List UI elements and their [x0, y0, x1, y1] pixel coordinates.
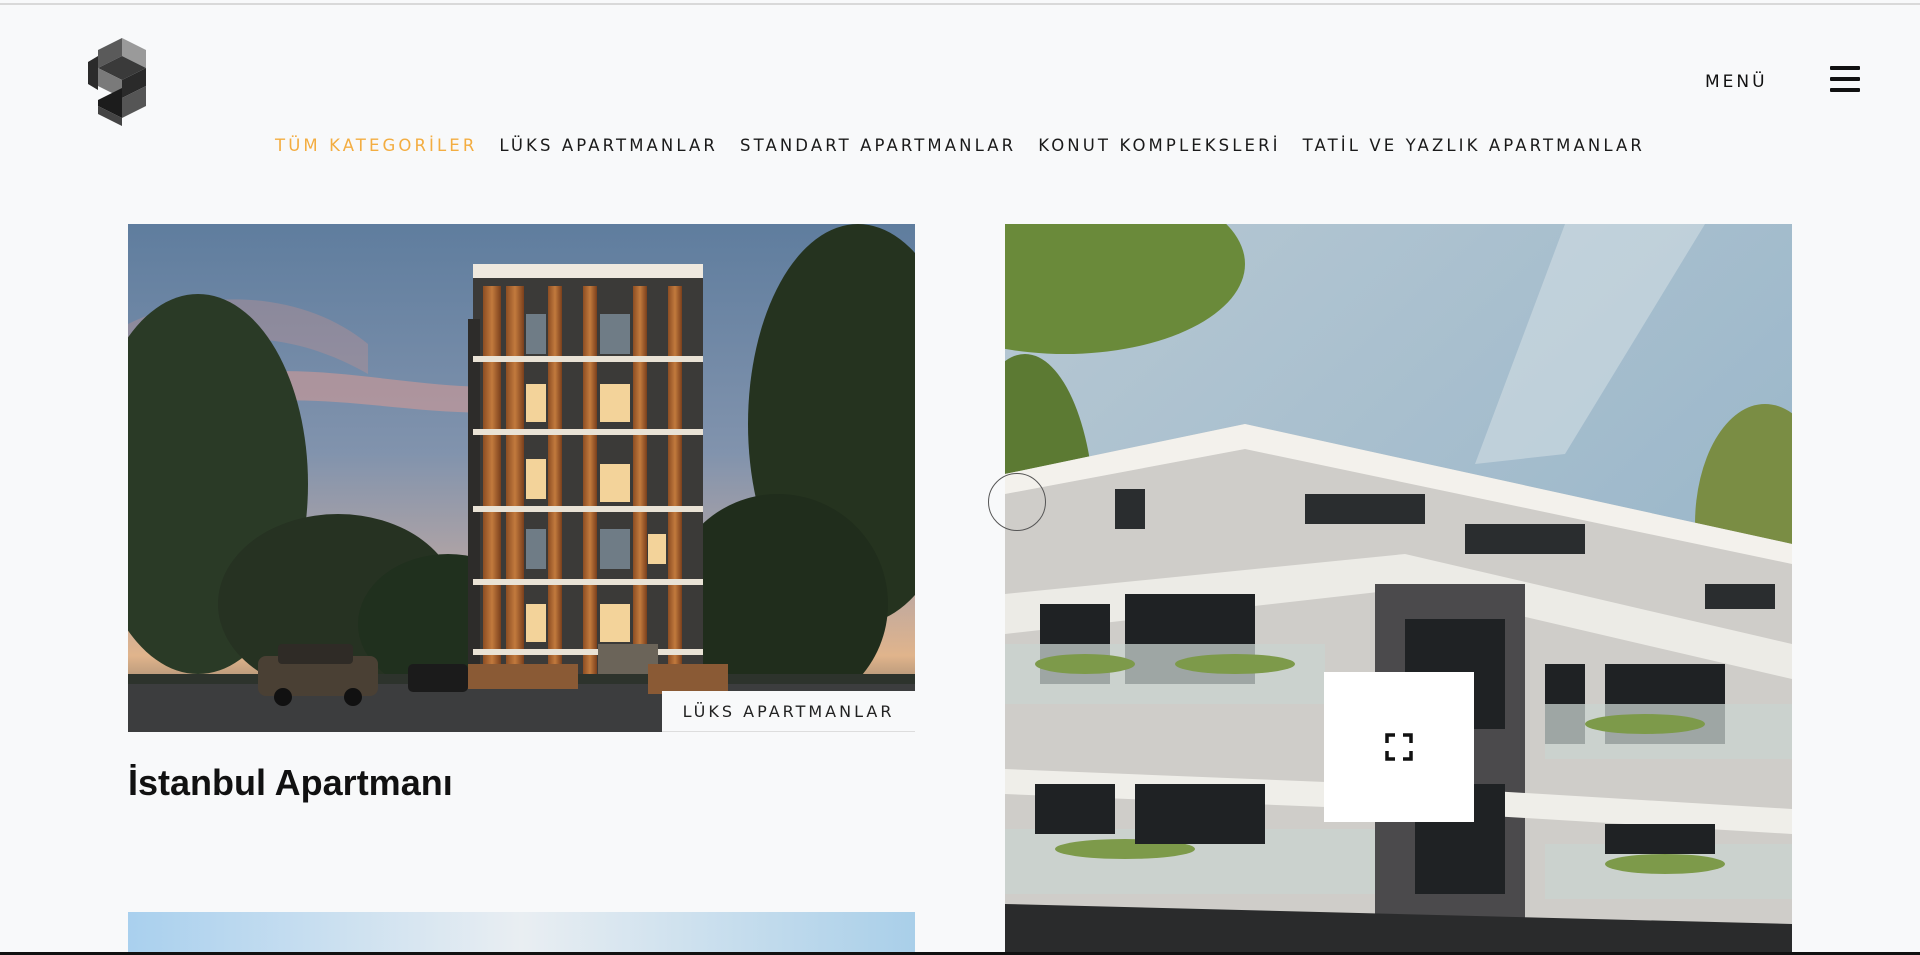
category-filter-nav: TÜM KATEGORİLER LÜKS APARTMANLAR STANDAR…: [0, 136, 1920, 155]
brand-logo-icon[interactable]: [86, 38, 148, 126]
hamburger-bar: [1830, 66, 1860, 70]
hamburger-bar: [1830, 77, 1860, 81]
project-image-residential[interactable]: [1005, 224, 1792, 955]
menu-label[interactable]: MENÜ: [1705, 72, 1768, 92]
hamburger-bar: [1830, 88, 1860, 92]
category-badge[interactable]: LÜKS APARTMANLAR: [662, 691, 915, 732]
expand-icon: [1385, 733, 1413, 761]
project-title[interactable]: İstanbul Apartmanı: [128, 762, 453, 804]
expand-button[interactable]: [1324, 672, 1474, 822]
category-holiday-apartments[interactable]: TATİL VE YAZLIK APARTMANLAR: [1303, 136, 1645, 155]
category-housing-complexes[interactable]: KONUT KOMPLEKSLERİ: [1038, 136, 1280, 155]
project-image-next[interactable]: [128, 912, 915, 955]
category-luxury-apartments[interactable]: LÜKS APARTMANLAR: [499, 136, 718, 155]
hamburger-menu-icon[interactable]: [1830, 66, 1860, 94]
category-standard-apartments[interactable]: STANDART APARTMANLAR: [740, 136, 1016, 155]
category-all[interactable]: TÜM KATEGORİLER: [275, 136, 477, 155]
top-divider: [0, 3, 1920, 5]
cursor-circle: [988, 473, 1046, 531]
project-image-istanbul[interactable]: [128, 224, 915, 732]
